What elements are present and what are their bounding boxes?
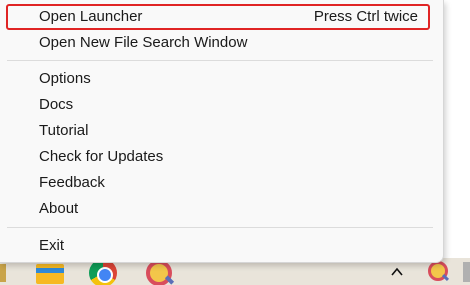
menu-item-options[interactable]: Options [6, 66, 430, 92]
menu-item-tutorial[interactable]: Tutorial [6, 118, 430, 144]
menu-item-open-launcher[interactable]: Open Launcher Press Ctrl twice [6, 4, 430, 30]
menu-item-label: Open New File Search Window [39, 34, 248, 51]
menu-item-label: Exit [39, 237, 65, 254]
menu-item-label: Feedback [39, 174, 105, 191]
menu-separator [7, 60, 433, 61]
menu-item-shortcut: Press Ctrl twice [313, 8, 418, 25]
menu-item-label: About [39, 200, 79, 217]
menu-item-label: Open Launcher [39, 8, 143, 25]
menu-item-label: Check for Updates [39, 148, 164, 165]
menu-item-docs[interactable]: Docs [6, 92, 430, 118]
menu-item-open-new-file-search-window[interactable]: Open New File Search Window [6, 30, 430, 56]
menu-item-label: Docs [39, 96, 74, 113]
menu-item-feedback[interactable]: Feedback [6, 170, 430, 196]
menu-item-label: Options [39, 70, 91, 87]
context-menu: Open Launcher Press Ctrl twice Open New … [0, 0, 444, 263]
taskbar-right-edge [460, 258, 470, 285]
menu-item-label: Tutorial [39, 122, 89, 139]
menu-item-about[interactable]: About [6, 196, 430, 222]
menu-item-exit[interactable]: Exit [6, 233, 430, 259]
menu-separator [7, 227, 433, 228]
menu-item-check-for-updates[interactable]: Check for Updates [6, 144, 430, 170]
